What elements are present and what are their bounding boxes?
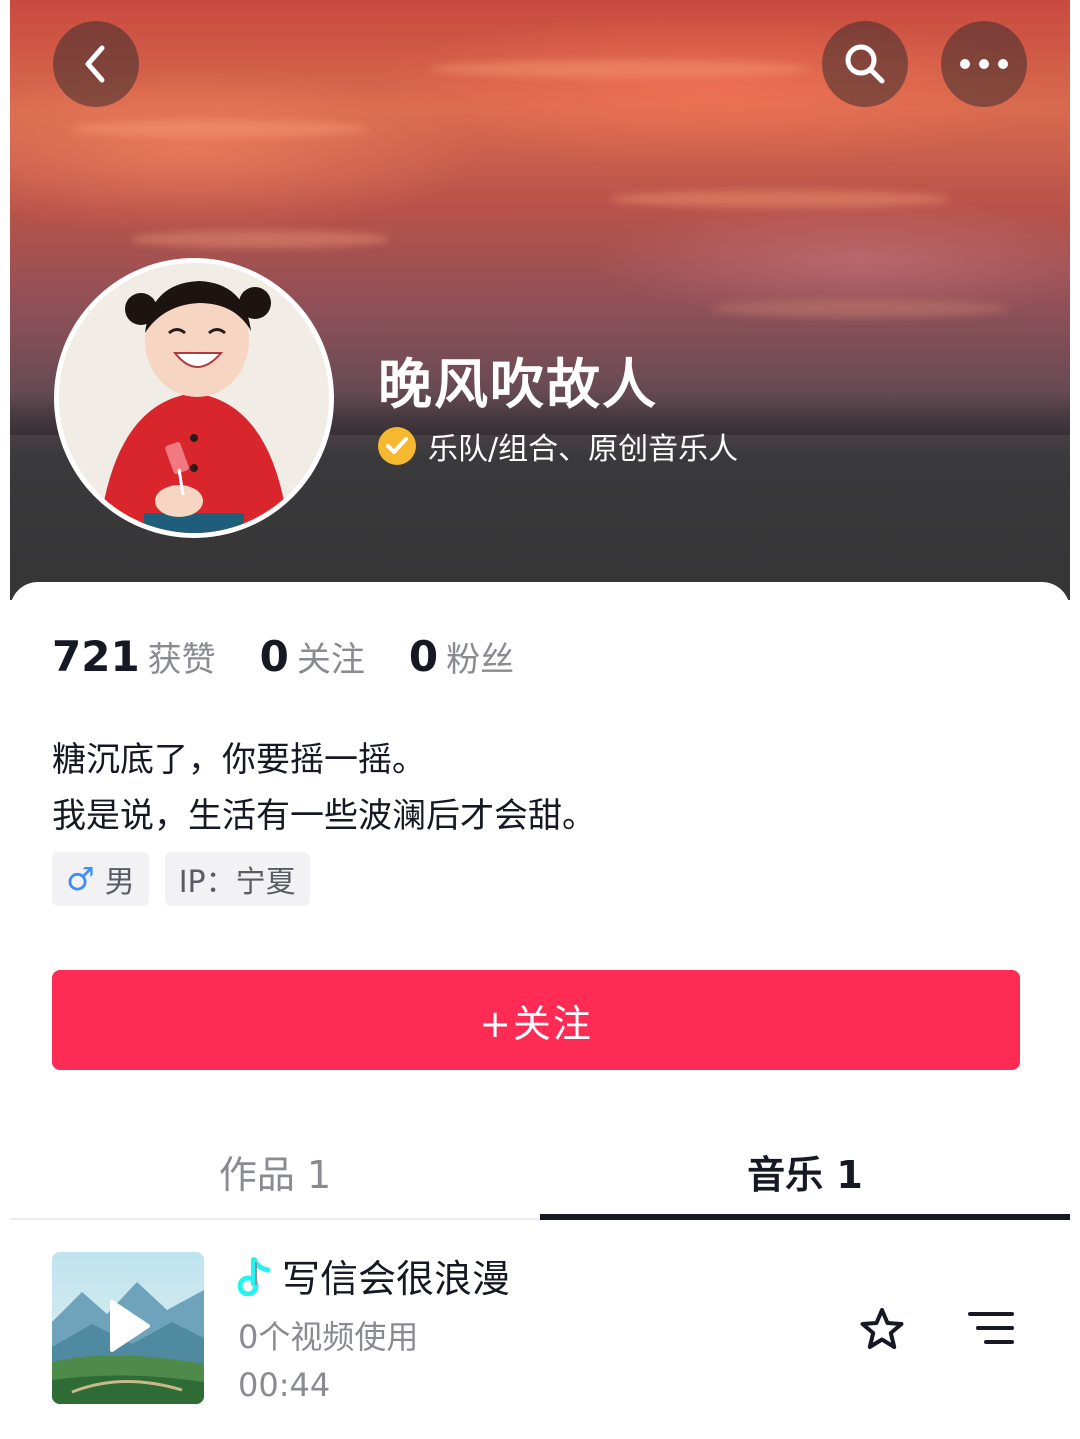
music-title-row: 写信会很浪漫 (238, 1248, 510, 1303)
bio-line-2: 我是说，生活有一些波澜后才会甜。 (52, 796, 596, 836)
nickname: 晚风吹故人 (378, 353, 658, 416)
music-title[interactable]: 写信会很浪漫 (282, 1248, 510, 1303)
star-icon[interactable] (858, 1306, 906, 1352)
gender-tag: ♂ 男 (52, 852, 149, 906)
music-list-item[interactable]: 写信会很浪漫 0个视频使用 00:44 (52, 1252, 1032, 1406)
follow-button[interactable]: +关注 (52, 970, 1020, 1070)
back-button[interactable] (53, 21, 139, 107)
tab-works[interactable]: 作品 1 (10, 1122, 540, 1220)
male-icon: ♂ (66, 860, 95, 898)
ip-tag: IP：宁夏 (164, 852, 310, 906)
likes-count: 721 (52, 632, 140, 681)
followers-label: 粉丝 (446, 640, 515, 680)
tags-row: ♂ 男 IP：宁夏 (52, 852, 326, 906)
content-tabs: 作品 1 音乐 1 (10, 1122, 1070, 1220)
profile-screen: 晚风吹故人 乐队/组合、原创音乐人 721 获赞 0 关注 0 粉丝 糖沉底了，… (10, 0, 1070, 1439)
more-button[interactable] (941, 21, 1027, 107)
search-icon (845, 44, 885, 84)
stat-likes[interactable]: 721 获赞 (52, 632, 216, 681)
bio-line-1: 糖沉底了，你要摇一摇。 (52, 740, 426, 780)
more-dots-icon (960, 59, 1008, 69)
followers-count: 0 (408, 632, 439, 681)
music-cover[interactable] (52, 1252, 204, 1404)
verified-check-icon (378, 427, 416, 465)
follow-button-label: +关注 (479, 1001, 593, 1046)
ip-label: IP：宁夏 (178, 865, 296, 900)
stats-row: 721 获赞 0 关注 0 粉丝 (52, 632, 558, 681)
list-menu-icon[interactable] (968, 1308, 1014, 1348)
active-tab-indicator (540, 1214, 1070, 1220)
profile-sheet: 721 获赞 0 关注 0 粉丝 糖沉底了，你要摇一摇。 我是说，生活有一些波澜… (10, 582, 1070, 1439)
avatar[interactable] (54, 258, 334, 538)
bio: 糖沉底了，你要摇一摇。 我是说，生活有一些波澜后才会甜。 (52, 732, 596, 844)
music-note-icon (238, 1256, 271, 1296)
music-duration: 00:44 (238, 1366, 331, 1404)
chevron-left-icon (85, 45, 105, 83)
play-icon (110, 1300, 150, 1352)
following-count: 0 (259, 632, 289, 681)
tab-music[interactable]: 音乐 1 (540, 1122, 1070, 1220)
likes-label: 获赞 (147, 640, 216, 680)
stat-followers[interactable]: 0 粉丝 (409, 632, 514, 681)
verification-text: 乐队/组合、原创音乐人 (428, 432, 739, 467)
search-button[interactable] (822, 21, 908, 107)
gender-label: 男 (104, 865, 135, 900)
stat-following[interactable]: 0 关注 (260, 632, 365, 681)
music-usage-count: 0个视频使用 (238, 1318, 419, 1356)
following-label: 关注 (296, 640, 365, 680)
verification-row: 乐队/组合、原创音乐人 (378, 424, 738, 468)
profile-cover: 晚风吹故人 乐队/组合、原创音乐人 (10, 0, 1070, 600)
